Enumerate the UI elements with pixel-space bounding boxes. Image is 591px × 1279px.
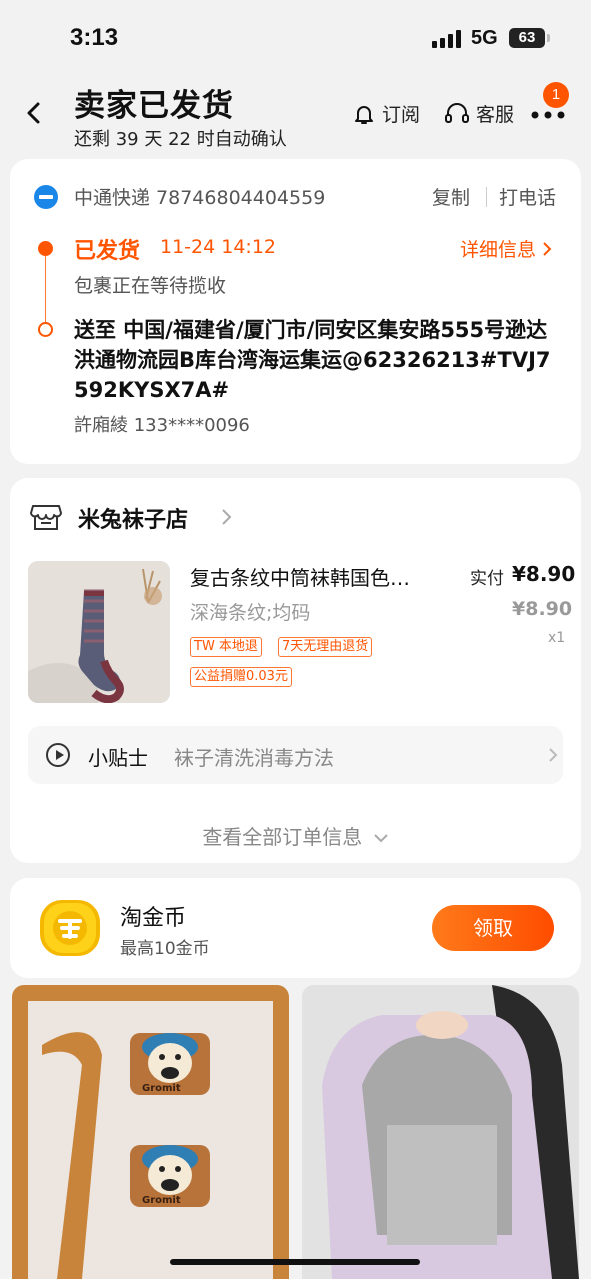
divider bbox=[486, 187, 487, 207]
gromit-text-top: Gromit bbox=[142, 1083, 181, 1094]
logistics-card: 中通快递 78746804404559 复制 打电话 已发货 11-24 14:… bbox=[10, 159, 581, 464]
copy-button[interactable]: 复制 bbox=[432, 183, 470, 210]
product-variant: 深海条纹;均码 bbox=[190, 602, 311, 624]
view-all-order-info-button[interactable]: 查看全部订单信息 bbox=[10, 821, 581, 850]
paid-label: 实付 bbox=[470, 569, 504, 589]
chevron-right-icon[interactable] bbox=[220, 508, 232, 526]
tips-label: 小贴士 bbox=[88, 746, 148, 770]
headset-icon bbox=[445, 102, 469, 123]
shipping-status: 已发货 bbox=[74, 239, 141, 264]
sock-illustration bbox=[28, 561, 170, 703]
status-bar: 3:13 5G 63 bbox=[0, 0, 591, 78]
claim-button[interactable]: 领取 bbox=[432, 905, 554, 951]
tag-local-return: TW 本地退 bbox=[190, 637, 262, 657]
unit-price: ¥8.90 bbox=[512, 598, 573, 620]
detail-info-link[interactable]: 详细信息 bbox=[460, 235, 554, 262]
shipping-time: 11-24 14:12 bbox=[160, 236, 277, 258]
case-bottom: Gromit bbox=[130, 1145, 210, 1207]
tag-7day-return: 7天无理由退货 bbox=[278, 637, 373, 657]
receiver-info: 許廂綾 133****0096 bbox=[74, 415, 250, 436]
taobao-coin-card: 淘金币 最高10金币 领取 bbox=[10, 878, 581, 978]
tips-banner[interactable]: 小贴士 袜子清洗消毒方法 bbox=[28, 726, 563, 784]
view-all-label: 查看全部订单信息 bbox=[202, 825, 363, 849]
auto-confirm-countdown: 还剩 39 天 22 时自动确认 bbox=[74, 129, 287, 150]
page-header: 卖家已发货 还剩 39 天 22 时自动确认 订阅 客服 1 bbox=[0, 78, 591, 156]
play-circle-icon bbox=[46, 743, 70, 767]
backpack-image bbox=[302, 985, 579, 1279]
detail-info-label: 详细信息 bbox=[460, 239, 537, 261]
chevron-right-icon bbox=[549, 748, 558, 762]
notification-badge: 1 bbox=[543, 82, 569, 108]
shipping-status-description: 包裹正在等待揽收 bbox=[74, 275, 227, 297]
subscribe-label: 订阅 bbox=[382, 104, 421, 126]
coin-subtitle: 最高10金币 bbox=[120, 939, 210, 959]
chevron-down-icon bbox=[373, 834, 388, 843]
paid-price: ¥8.90 bbox=[512, 562, 576, 586]
page-title: 卖家已发货 bbox=[74, 88, 234, 124]
network-type: 5G bbox=[471, 27, 498, 49]
gromit-text-bottom: Gromit bbox=[142, 1195, 181, 1206]
quantity: x1 bbox=[548, 630, 566, 646]
bell-icon bbox=[355, 105, 373, 124]
battery-icon: 63 bbox=[509, 28, 545, 48]
timeline-line bbox=[45, 256, 46, 322]
call-button[interactable]: 打电话 bbox=[499, 183, 556, 210]
gold-coin-icon bbox=[40, 900, 100, 956]
courier-tracking-number: 中通快递 78746804404559 bbox=[74, 187, 326, 209]
order-shop-card: 米兔袜子店 复古条纹中筒袜韩国色… 实付 ¥8.90 深海条纹;均码 ¥8.90… bbox=[10, 478, 581, 863]
back-arrow-icon[interactable] bbox=[22, 98, 46, 128]
tag-charity-donation: 公益捐赠0.03元 bbox=[190, 667, 292, 687]
timeline-dot-destination bbox=[38, 322, 53, 337]
tips-text: 袜子清洗消毒方法 bbox=[174, 746, 334, 770]
battery-tip bbox=[547, 34, 550, 42]
recommendation-item-backpack[interactable] bbox=[302, 985, 579, 1279]
recommendation-item-earbud-case[interactable]: Gromit Gromit bbox=[12, 985, 289, 1279]
customer-service-button[interactable]: 客服 bbox=[444, 100, 514, 127]
product-image[interactable] bbox=[28, 561, 170, 703]
subscribe-button[interactable]: 订阅 bbox=[352, 100, 420, 127]
home-indicator[interactable] bbox=[170, 1259, 420, 1265]
store-icon bbox=[30, 505, 62, 530]
delivery-address: 送至 中国/福建省/厦门市/同安区集安路555号逊达洪通物流园B库台湾海运集运@… bbox=[74, 318, 551, 402]
coin-title: 淘金币 bbox=[120, 906, 187, 931]
chevron-right-icon bbox=[543, 241, 552, 256]
earbud-case-image: Gromit Gromit bbox=[28, 1001, 273, 1279]
service-label: 客服 bbox=[476, 104, 515, 126]
case-top: Gromit bbox=[130, 1033, 210, 1095]
shop-name[interactable]: 米兔袜子店 bbox=[78, 502, 188, 534]
status-time: 3:13 bbox=[70, 24, 119, 51]
timeline-dot-active bbox=[38, 241, 53, 256]
signal-icon bbox=[432, 30, 461, 48]
product-title[interactable]: 复古条纹中筒袜韩国色… bbox=[190, 562, 460, 591]
more-options-icon[interactable] bbox=[530, 110, 566, 120]
zto-express-logo-icon bbox=[34, 185, 58, 209]
